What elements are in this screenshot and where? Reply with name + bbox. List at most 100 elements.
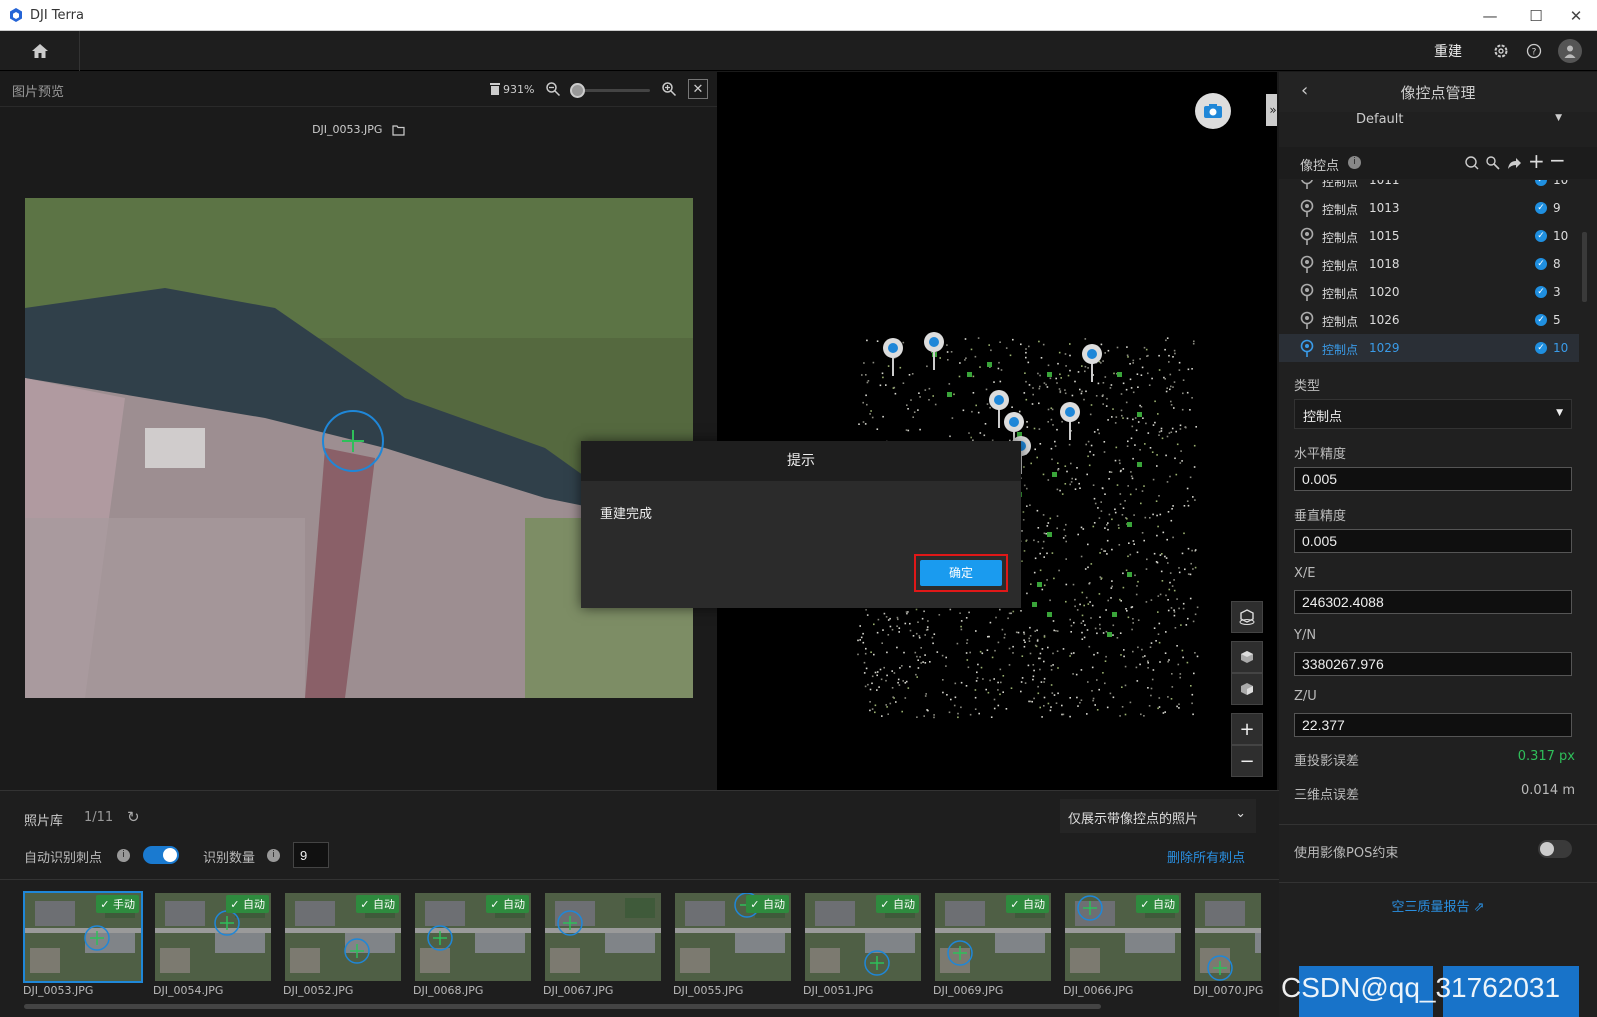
gcp-panel-header: ‹ 像控点管理 xyxy=(1279,72,1597,112)
h-accuracy-input[interactable] xyxy=(1294,467,1572,491)
divider xyxy=(0,879,1279,880)
reprojection-error-label: 重投影误差 xyxy=(1294,754,1360,769)
v-accuracy-input[interactable] xyxy=(1294,529,1572,553)
ok-button[interactable]: 确定 xyxy=(920,560,1002,586)
gcp-list: 控制点 1011 ✓ 10 控制点 1013 ✓ 9 控制点 1015 ✓ 10 控制点 1018 ✓ 8 控制… xyxy=(1279,180,1579,365)
chevron-down-icon: ▼ xyxy=(1555,113,1562,123)
photo-filter-select[interactable]: 仅展示带像控点的照片 ⌄ xyxy=(1060,799,1256,833)
gcp-list-item[interactable]: 控制点 1011 ✓ 10 xyxy=(1279,180,1579,194)
type-select[interactable]: 控制点 ▼ xyxy=(1294,399,1572,429)
pin-icon xyxy=(1300,227,1314,245)
delete-all-points-link[interactable]: 删除所有刺点 xyxy=(1167,847,1245,866)
top-view-button[interactable] xyxy=(1231,641,1263,673)
gcp-list-item[interactable]: 控制点 1013 ✓ 9 xyxy=(1279,194,1579,222)
photo-thumbnail[interactable]: ✓ 自动 xyxy=(155,893,271,981)
refresh-icon[interactable]: ↻ xyxy=(127,808,140,826)
info-icon[interactable]: i xyxy=(1348,156,1361,169)
gcp-photo-count: 5 xyxy=(1553,313,1561,327)
search-pin-icon[interactable] xyxy=(1485,155,1501,171)
photo-thumbnail[interactable]: ✓ 手动 xyxy=(23,891,143,983)
map-zoom-in-button[interactable]: + xyxy=(1231,713,1263,745)
settings-button[interactable] xyxy=(1491,41,1511,61)
photo-thumbnail[interactable] xyxy=(1195,893,1261,981)
gcp-photo-count: 10 xyxy=(1553,341,1569,355)
photo-tag: ✓ 自动 xyxy=(746,895,789,913)
add-gcp-button[interactable]: + xyxy=(1528,149,1545,173)
pin-icon xyxy=(1300,255,1314,273)
gcp-list-item[interactable]: 控制点 1018 ✓ 8 xyxy=(1279,250,1579,278)
collapse-panel-button[interactable]: » xyxy=(1266,94,1277,126)
photo-thumbnail[interactable]: ✓ 自动 xyxy=(675,893,791,981)
check-icon: ✓ xyxy=(1535,180,1547,186)
zoom-slider-handle[interactable] xyxy=(570,83,585,98)
quality-report-text: 空三质量报告 xyxy=(1391,900,1470,915)
gear-icon xyxy=(1494,44,1508,58)
side-view-button[interactable] xyxy=(1231,673,1263,705)
share-icon[interactable] xyxy=(1506,155,1522,171)
x-input[interactable] xyxy=(1294,590,1572,614)
y-label: Y/N xyxy=(1294,628,1317,643)
check-icon: ✓ xyxy=(1535,342,1547,354)
gcp-list-item[interactable]: 控制点 1020 ✓ 3 xyxy=(1279,278,1579,306)
gcp-id: 1020 xyxy=(1369,285,1400,299)
photo-thumbnail[interactable] xyxy=(545,893,661,981)
gcp-photo-count: 10 xyxy=(1553,229,1569,243)
gcp-id: 1013 xyxy=(1369,201,1400,215)
window-titlebar: DJI Terra — ☐ ✕ xyxy=(0,0,1597,31)
gcp-id: 1026 xyxy=(1369,313,1400,327)
quality-report-link[interactable]: 空三质量报告 ⇗ xyxy=(1279,896,1597,915)
close-window-button[interactable]: ✕ xyxy=(1553,0,1597,31)
folder-icon[interactable] xyxy=(392,124,405,136)
gcp-type: 控制点 xyxy=(1322,231,1359,245)
zoom-out-icon[interactable] xyxy=(545,81,561,97)
gcp-list-item[interactable]: 控制点 1015 ✓ 10 xyxy=(1279,222,1579,250)
chevron-down-icon: ⌄ xyxy=(1235,806,1246,821)
photo-thumbnail[interactable]: ✓ 自动 xyxy=(805,893,921,981)
y-input[interactable] xyxy=(1294,652,1572,676)
close-preview-button[interactable]: ✕ xyxy=(688,79,708,99)
photo-filename: DJI_0054.JPG xyxy=(153,984,224,997)
locate-gcp-icon[interactable] xyxy=(1464,155,1480,171)
auto-detect-toggle[interactable] xyxy=(143,846,179,864)
trash-icon[interactable] xyxy=(489,82,501,96)
gcp-list-item[interactable]: 控制点 1026 ✓ 5 xyxy=(1279,306,1579,334)
gcp-list-scrollbar[interactable] xyxy=(1582,232,1587,302)
help-button[interactable]: ? xyxy=(1524,41,1544,61)
info-icon[interactable]: i xyxy=(117,849,130,862)
project-select[interactable]: Default ▼ xyxy=(1354,112,1564,130)
info-icon[interactable]: i xyxy=(267,849,280,862)
photo-thumbnail[interactable]: ✓ 自动 xyxy=(1065,893,1181,981)
view-reset-button[interactable] xyxy=(1231,601,1263,633)
3d-error-label: 三维点误差 xyxy=(1294,788,1360,803)
zoom-slider[interactable] xyxy=(570,83,650,98)
photo-tag: ✓ 自动 xyxy=(1136,895,1179,913)
photo-filename: DJI_0070.JPG xyxy=(1193,984,1264,997)
photo-filename: DJI_0067.JPG xyxy=(543,984,614,997)
photo-thumbnail[interactable]: ✓ 自动 xyxy=(415,893,531,981)
photo-tag: ✓ 自动 xyxy=(226,895,269,913)
user-avatar[interactable] xyxy=(1558,39,1582,63)
external-link-icon: ⇗ xyxy=(1473,900,1485,915)
photo-filename: DJI_0068.JPG xyxy=(413,984,484,997)
z-input[interactable] xyxy=(1294,713,1572,737)
gcp-id: 1011 xyxy=(1369,180,1400,187)
detect-count-input[interactable] xyxy=(293,842,329,868)
screenshot-button[interactable] xyxy=(1195,93,1231,129)
gallery-scrollbar[interactable] xyxy=(24,1004,1101,1009)
photo-thumbnail[interactable]: ✓ 自动 xyxy=(285,893,401,981)
point-cloud-view[interactable]: » + − xyxy=(717,72,1277,790)
pin-icon xyxy=(1300,199,1314,217)
home-button[interactable] xyxy=(0,31,80,71)
photo-thumbnail[interactable]: ✓ 自动 xyxy=(935,893,1051,981)
preview-title: 图片预览 xyxy=(12,85,65,100)
zoom-in-icon[interactable] xyxy=(661,81,677,97)
remove-gcp-button[interactable]: − xyxy=(1549,148,1566,172)
gcp-list-item[interactable]: 控制点 1029 ✓ 10 xyxy=(1279,334,1579,362)
minimize-button[interactable]: — xyxy=(1467,0,1513,31)
notification-dialog: 提示 重建完成 确定 xyxy=(581,441,1021,608)
map-zoom-out-button[interactable]: − xyxy=(1231,745,1263,777)
gcp-marker-icon[interactable] xyxy=(320,408,386,474)
check-icon: ✓ xyxy=(1535,230,1547,242)
pos-constraint-toggle[interactable] xyxy=(1538,840,1572,858)
rebuild-button[interactable]: 重建 xyxy=(1434,41,1462,61)
